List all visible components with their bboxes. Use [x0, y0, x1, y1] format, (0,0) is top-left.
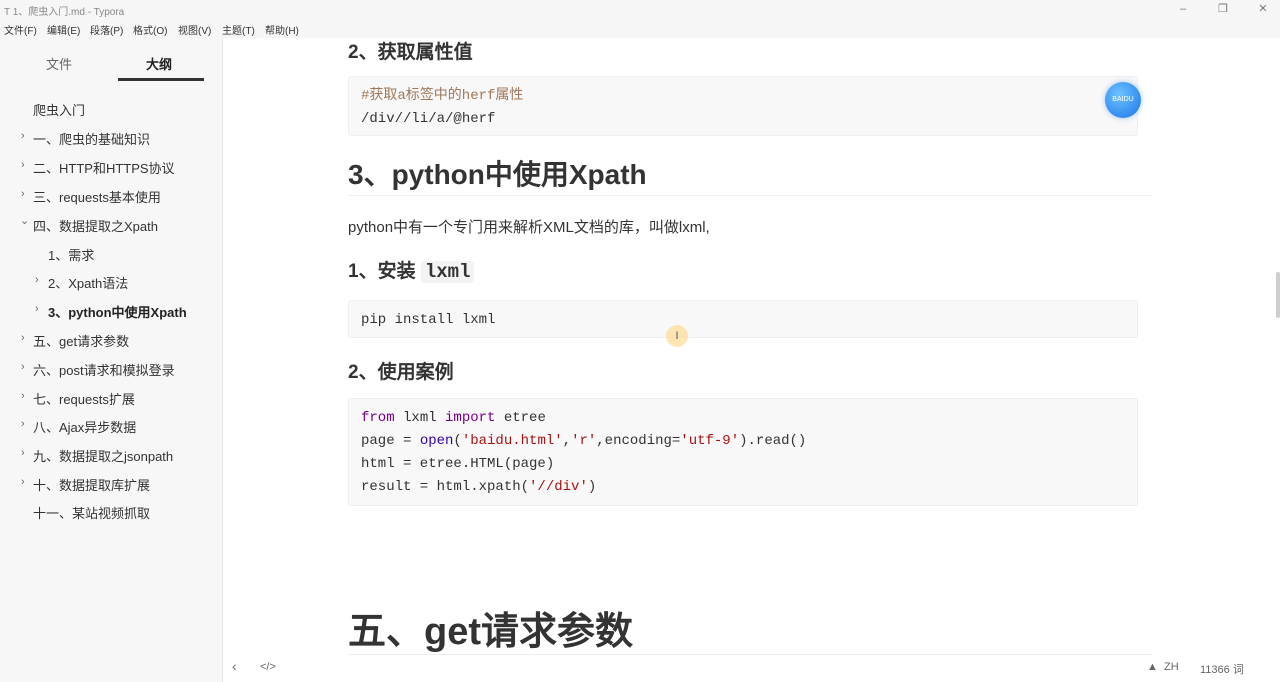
status-bar: ‹ </> ▲ ZH 11366 词 — [222, 656, 1280, 682]
chevron-right-icon[interactable]: › — [21, 130, 25, 142]
menu-theme[interactable]: 主题(T) — [222, 22, 255, 37]
source-code-icon[interactable]: </> — [260, 661, 276, 673]
code-block[interactable]: #获取a标签中的herf属性 /div//li/a/@herf — [348, 76, 1138, 136]
outline-item[interactable]: 一、爬虫的基础知识 — [33, 129, 150, 148]
outline-item[interactable]: 五、get请求参数 — [33, 331, 129, 350]
heading-get-attribute: 2、获取属性值 — [348, 42, 473, 63]
language-indicator[interactable]: ZH — [1164, 661, 1179, 673]
outline-item[interactable]: 二、HTTP和HTTPS协议 — [33, 158, 175, 177]
code-comment: #获取a标签中的herf属性 — [361, 88, 524, 104]
outline-item[interactable]: 爬虫入门 — [33, 100, 85, 119]
window-title: T 1、爬虫入门.md - Typora — [4, 7, 125, 18]
chevron-right-icon[interactable]: › — [35, 303, 39, 315]
heading-get-params: 五、get请求参数 — [348, 611, 634, 653]
code-line: pip install lxml — [361, 312, 496, 328]
code-line: from lxml import etree — [361, 410, 546, 426]
menu-format[interactable]: 格式(O) — [133, 22, 167, 37]
heading-python-xpath: 3、python中使用Xpath — [348, 159, 647, 190]
outline-item[interactable]: 十、数据提取库扩展 — [33, 475, 150, 494]
chevron-right-icon[interactable]: › — [21, 418, 25, 430]
outline-item[interactable]: 2、Xpath语法 — [48, 273, 128, 292]
active-tab-indicator — [118, 78, 204, 81]
sidebar: 文件 大纲 爬虫入门 › 一、爬虫的基础知识 › 二、HTTP和HTTPS协议 … — [0, 38, 223, 682]
chevron-down-icon[interactable]: ⌄ — [20, 214, 29, 227]
scrollbar-thumb[interactable] — [1276, 272, 1280, 318]
heading-divider — [348, 195, 1152, 196]
outline-item[interactable]: 三、requests基本使用 — [33, 187, 161, 206]
outline-item[interactable]: 六、post请求和模拟登录 — [33, 360, 175, 379]
inline-code: lxml — [420, 261, 475, 283]
title-bar: T 1、爬虫入门.md - Typora – ❐ ✕ — [0, 0, 1280, 18]
heading-use-case: 2、使用案例 — [348, 362, 454, 383]
menu-bar: 文件(F) 编辑(E) 段落(P) 格式(O) 视图(V) 主题(T) 帮助(H… — [0, 18, 1280, 38]
chevron-right-icon[interactable]: › — [21, 188, 25, 200]
heading-install: 1、安装 lxml — [348, 256, 475, 283]
chevron-right-icon[interactable]: › — [21, 390, 25, 402]
code-line: result = html.xpath('//div') — [361, 479, 597, 495]
chevron-left-icon[interactable]: ‹ — [232, 658, 237, 674]
chevron-right-icon[interactable]: › — [21, 159, 25, 171]
outline-item-active[interactable]: 3、python中使用Xpath — [48, 302, 187, 321]
tab-outline[interactable]: 大纲 — [146, 54, 172, 73]
menu-file[interactable]: 文件(F) — [4, 22, 37, 37]
maximize-icon[interactable]: ❐ — [1215, 2, 1231, 16]
editor[interactable]: 2、获取属性值 #获取a标签中的herf属性 /div//li/a/@herf … — [222, 38, 1280, 662]
menu-help[interactable]: 帮助(H) — [265, 22, 299, 37]
minimize-icon[interactable]: – — [1175, 2, 1191, 16]
tab-files[interactable]: 文件 — [46, 54, 72, 73]
outline-item[interactable]: 十一、某站视频抓取 — [33, 503, 150, 522]
outline-item[interactable]: 九、数据提取之jsonpath — [33, 446, 173, 465]
app-icon: T — [4, 7, 10, 18]
baidu-badge-icon[interactable]: BAIDU — [1105, 82, 1141, 118]
outline-item[interactable]: 七、requests扩展 — [33, 389, 135, 408]
menu-paragraph[interactable]: 段落(P) — [90, 22, 123, 37]
heading-divider — [348, 654, 1152, 655]
close-icon[interactable]: ✕ — [1255, 2, 1271, 16]
code-block[interactable]: pip install lxml — [348, 300, 1138, 338]
chevron-right-icon[interactable]: › — [21, 476, 25, 488]
paragraph: python中有一个专门用来解析XML文档的库，叫做lxml, — [348, 219, 710, 236]
outline-item[interactable]: 八、Ajax异步数据 — [33, 417, 136, 436]
chevron-right-icon[interactable]: › — [21, 447, 25, 459]
mouse-cursor-icon: I — [666, 325, 688, 347]
outline-item[interactable]: 1、需求 — [48, 245, 94, 264]
code-block[interactable]: from lxml import etree page = open('baid… — [348, 398, 1138, 506]
code-line: html = etree.HTML(page) — [361, 456, 555, 472]
code-line: /div//li/a/@herf — [361, 111, 496, 127]
menu-edit[interactable]: 编辑(E) — [47, 22, 80, 37]
chevron-right-icon[interactable]: › — [21, 332, 25, 344]
chevron-right-icon[interactable]: › — [35, 274, 39, 286]
menu-view[interactable]: 视图(V) — [178, 22, 211, 37]
outline-item[interactable]: 四、数据提取之Xpath — [33, 216, 158, 235]
warning-icon[interactable]: ▲ — [1147, 661, 1158, 673]
chevron-right-icon[interactable]: › — [21, 361, 25, 373]
code-line: page = open('baidu.html','r',encoding='u… — [361, 433, 807, 449]
word-count[interactable]: 11366 词 — [1200, 661, 1244, 677]
